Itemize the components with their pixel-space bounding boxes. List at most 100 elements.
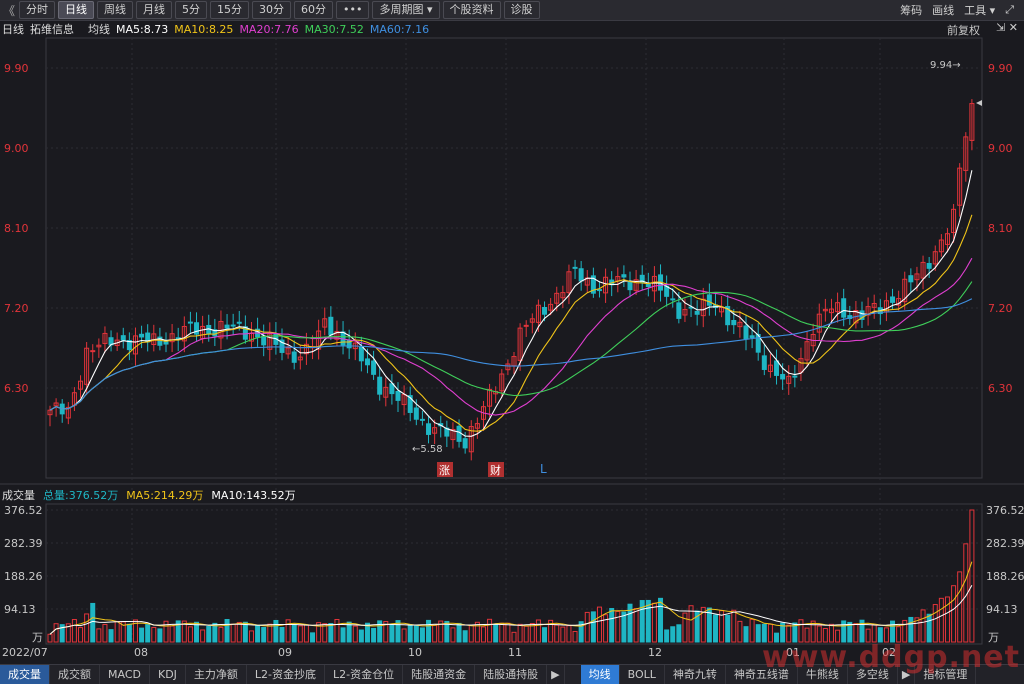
- high-price-label: 9.94→: [930, 60, 961, 71]
- volume-bar: [114, 620, 120, 643]
- volume-bar: [542, 627, 548, 643]
- tab-macd[interactable]: MACD: [100, 665, 150, 684]
- volume-bar: [334, 618, 340, 643]
- volume-bar: [273, 619, 279, 643]
- volume-bar: [267, 623, 273, 643]
- volume-bar: [737, 620, 743, 643]
- date-label: 08: [134, 646, 148, 659]
- volume-ma5: MA5:214.29万: [126, 489, 204, 502]
- volume-bar: [371, 627, 377, 643]
- volume-unit-left: 万: [32, 631, 43, 644]
- tab-hk-connect-fund[interactable]: 陆股通资金: [403, 665, 476, 684]
- candle-body: [364, 358, 370, 366]
- tab-l2-position[interactable]: L2-资金仓位: [325, 665, 404, 684]
- volume-tick-right: 188.26: [986, 570, 1024, 583]
- volume-title: 成交量: [2, 489, 35, 502]
- volume-bar: [480, 626, 486, 643]
- candle-body: [413, 407, 419, 420]
- volume-total: 总量:376.52万: [43, 489, 119, 502]
- volume-tick-right: 94.13: [986, 603, 1018, 616]
- candle-body: [371, 360, 377, 375]
- candle-body: [523, 324, 529, 327]
- volume-bar: [145, 624, 151, 643]
- tabs-scroll-right-icon[interactable]: ▶: [547, 665, 565, 684]
- volume-bar: [419, 627, 425, 643]
- volume-bar: [658, 597, 664, 643]
- volume-bar: [126, 623, 132, 643]
- volume-bar: [908, 616, 914, 643]
- tab-l2-bottom[interactable]: L2-资金抄底: [247, 665, 326, 684]
- date-label: 12: [648, 646, 662, 659]
- volume-bar: [456, 622, 462, 643]
- volume-bar: [932, 604, 938, 643]
- volume-bar: [340, 627, 346, 643]
- candle-body: [261, 335, 267, 346]
- candle-body: [230, 324, 236, 327]
- candle-body: [542, 306, 548, 315]
- volume-tick-left: 188.26: [4, 570, 43, 583]
- volume-bar: [413, 625, 419, 643]
- volume-bar: [651, 602, 657, 643]
- volume-bar: [670, 626, 676, 643]
- candle-body: [139, 333, 145, 338]
- event-marker-l: L: [540, 462, 547, 476]
- candle-body: [890, 296, 896, 303]
- candle-body: [706, 294, 712, 306]
- candle-body: [841, 298, 847, 318]
- tab-kdj[interactable]: KDJ: [150, 665, 186, 684]
- price-tick-left: 6.30: [4, 382, 29, 395]
- volume-bar: [78, 627, 84, 643]
- volume-bar: [139, 627, 145, 643]
- volume-bar: [725, 614, 731, 643]
- volume-bar: [920, 609, 926, 643]
- price-tick-right: 8.10: [988, 222, 1013, 235]
- candle-body: [328, 316, 334, 336]
- kline-chart[interactable]: 9.90 9.90 9.00 9.00 8.10 8.10 7.20 7.20 6.30 6.30…: [0, 0, 1024, 683]
- volume-bar: [554, 624, 560, 643]
- volume-bar: [96, 628, 102, 643]
- volume-tick-right: 376.52: [986, 504, 1024, 517]
- volume-bar: [535, 619, 541, 643]
- volume-bar: [352, 625, 358, 643]
- tab-turnover[interactable]: 成交额: [50, 665, 100, 684]
- volume-bar: [389, 624, 395, 643]
- tab-hk-connect-hold[interactable]: 陆股通持股: [475, 665, 548, 684]
- candle-body: [395, 391, 401, 401]
- volume-bar: [285, 619, 291, 643]
- candle-body: [731, 319, 737, 326]
- volume-bar: [474, 621, 480, 643]
- volume-bar: [236, 621, 242, 643]
- volume-tick-right: 282.39: [986, 537, 1024, 550]
- ma5-line: [49, 170, 973, 437]
- tab-boll[interactable]: BOLL: [620, 665, 665, 684]
- volume-header: 成交量 总量:376.52万 MA5:214.29万 MA10:143.52万: [0, 488, 1024, 502]
- tab-volume[interactable]: 成交量: [0, 665, 50, 684]
- volume-bar: [426, 619, 432, 643]
- volume-bar: [224, 618, 230, 643]
- volume-bar: [303, 624, 309, 643]
- date-label: 09: [278, 646, 292, 659]
- candle-body: [761, 355, 767, 370]
- candle-body: [236, 321, 242, 324]
- volume-bar: [108, 629, 114, 643]
- candle-body: [743, 325, 749, 340]
- event-badge-text: 财: [490, 463, 501, 477]
- volume-bar: [71, 619, 77, 643]
- volume-bar: [401, 628, 407, 643]
- volume-bar: [206, 625, 212, 643]
- date-label: 10: [408, 646, 422, 659]
- volume-bar: [358, 629, 364, 643]
- volume-bar: [798, 619, 804, 643]
- tab-main-net[interactable]: 主力净额: [186, 665, 247, 684]
- price-tick-right: 9.00: [988, 142, 1013, 155]
- candle-body: [621, 274, 627, 278]
- tab-td9[interactable]: 神奇九转: [665, 665, 726, 684]
- volume-bar: [755, 624, 761, 643]
- volume-bar: [951, 585, 957, 643]
- candle-body: [291, 351, 297, 363]
- volume-bar: [255, 625, 261, 643]
- tab-ma[interactable]: 均线: [580, 665, 620, 684]
- volume-bar: [902, 619, 908, 643]
- price-tick-left: 7.20: [4, 302, 29, 315]
- date-label: 2022/07: [2, 646, 48, 659]
